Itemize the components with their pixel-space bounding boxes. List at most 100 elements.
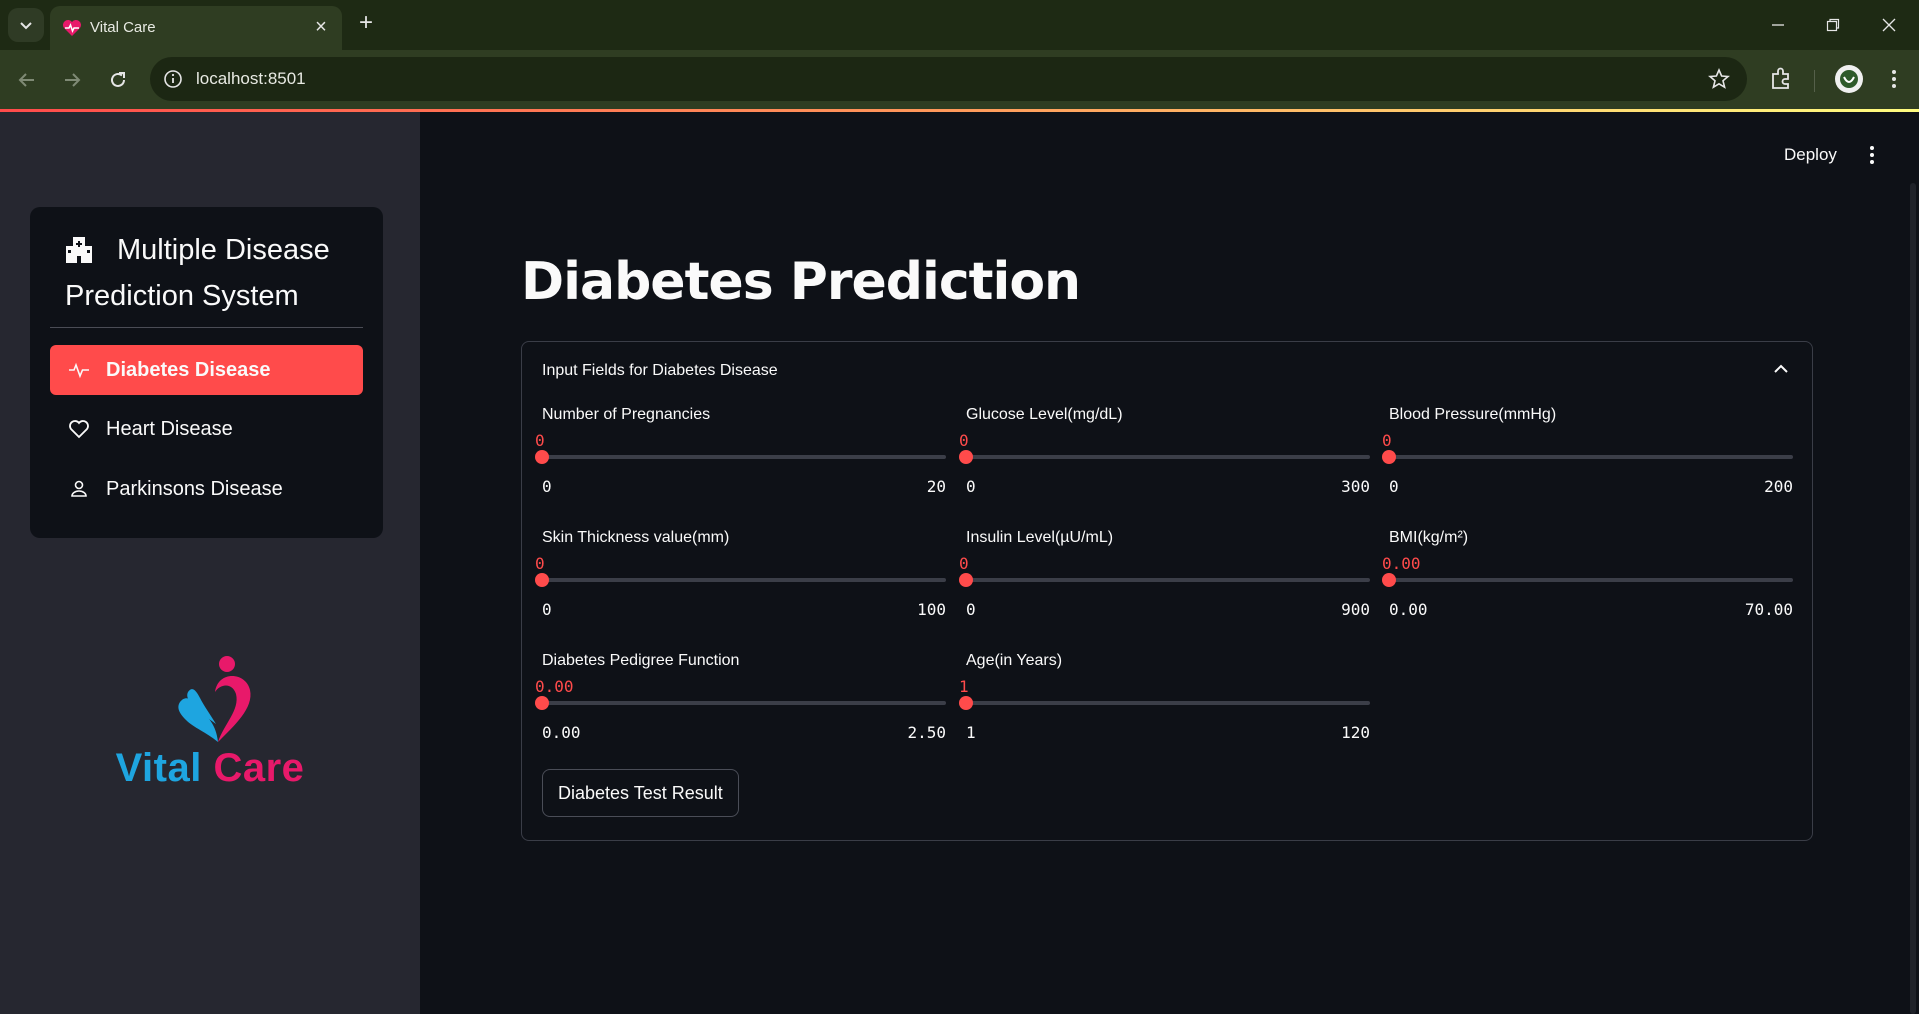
slider-max: 20 [926, 477, 946, 496]
slider-bmi[interactable]: BMI(kg/m²) 0.00 0.00 70.00 [1382, 529, 1793, 639]
slider-min: 0 [542, 600, 552, 619]
menu-item-label: Parkinsons Disease [106, 477, 283, 500]
slider-glucose[interactable]: Glucose Level(mg/dL) 0 0 300 [959, 406, 1370, 516]
slider-value: 0.00 [1382, 554, 1421, 573]
slider-blood-pressure[interactable]: Blood Pressure(mmHg) 0 0 200 [1382, 406, 1793, 516]
deploy-button[interactable]: Deploy [1770, 133, 1851, 177]
tab-title: Vital Care [90, 19, 156, 36]
slider-thumb[interactable] [535, 450, 549, 464]
slider-max: 900 [1341, 600, 1370, 619]
slider-min: 0 [1389, 477, 1399, 496]
slider-max: 70.00 [1744, 600, 1793, 619]
main-menu-icon[interactable] [1862, 143, 1882, 167]
slider-track[interactable] [1389, 578, 1793, 582]
slider-track[interactable] [542, 578, 946, 582]
slider-track[interactable] [966, 701, 1370, 705]
slider-label: Diabetes Pedigree Function [542, 652, 740, 669]
site-info-icon[interactable] [162, 68, 184, 90]
close-window-icon[interactable] [1876, 12, 1902, 38]
page-title: Diabetes Prediction [521, 252, 1081, 312]
slider-min: 0 [966, 600, 976, 619]
slider-value: 0 [535, 554, 545, 573]
url-text[interactable]: localhost:8501 [196, 69, 306, 89]
slider-thumb[interactable] [1382, 450, 1396, 464]
browser-tab[interactable]: Vital Care × [50, 6, 342, 50]
tab-search-button[interactable] [8, 8, 44, 42]
toolbar-divider [1814, 70, 1815, 92]
slider-thumb[interactable] [959, 696, 973, 710]
slider-value: 0 [959, 431, 969, 450]
slider-min: 0.00 [1389, 600, 1428, 619]
chevron-down-icon [20, 22, 32, 30]
menu-item-label: Diabetes Disease [106, 358, 271, 381]
sidebar: Multiple Disease Prediction System Diabe… [0, 112, 420, 1014]
slider-thumb[interactable] [535, 573, 549, 587]
slider-max: 120 [1341, 723, 1370, 742]
extensions-icon[interactable] [1766, 64, 1796, 94]
expander-header[interactable]: Input Fields for Diabetes Disease [542, 362, 778, 380]
browser-menu-icon[interactable] [1882, 65, 1906, 93]
diabetes-test-result-button[interactable]: Diabetes Test Result [542, 769, 739, 817]
bookmark-star-icon[interactable] [1707, 67, 1731, 91]
slider-value: 0 [1382, 431, 1392, 450]
new-tab-button[interactable]: + [354, 11, 378, 36]
browser-tab-bar: Vital Care × + [0, 0, 1919, 50]
slider-label: Insulin Level(µU/mL) [966, 529, 1114, 546]
menu-item-parkinsons[interactable]: Parkinsons Disease [50, 464, 363, 514]
slider-label: Skin Thickness value(mm) [542, 529, 730, 546]
slider-max: 100 [917, 600, 946, 619]
slider-value: 0 [535, 431, 545, 450]
activity-icon [68, 359, 90, 381]
slider-thumb[interactable] [1382, 573, 1396, 587]
input-expander: Input Fields for Diabetes Disease Number… [521, 341, 1813, 841]
menu-divider [50, 327, 363, 328]
slider-pedigree[interactable]: Diabetes Pedigree Function 0.00 0.00 2.5… [535, 652, 946, 762]
slider-value: 0 [959, 554, 969, 573]
slider-min: 0 [542, 477, 552, 496]
logo-mark-icon [178, 656, 251, 742]
slider-min: 0 [966, 477, 976, 496]
restore-icon[interactable] [1820, 12, 1846, 38]
slider-insulin[interactable]: Insulin Level(µU/mL) 0 0 900 [959, 529, 1370, 639]
minimize-icon[interactable] [1765, 12, 1791, 38]
slider-track[interactable] [1389, 455, 1793, 459]
chevron-up-icon[interactable] [1770, 358, 1792, 380]
address-toolbar: localhost:8501 [0, 50, 1919, 110]
slider-track[interactable] [542, 455, 946, 459]
slider-label: BMI(kg/m²) [1389, 529, 1469, 546]
back-icon[interactable] [13, 66, 41, 94]
slider-label: Age(in Years) [966, 652, 1063, 669]
slider-label: Blood Pressure(mmHg) [1389, 406, 1557, 423]
menu-title: Multiple Disease Prediction System [65, 234, 330, 312]
slider-label: Number of Pregnancies [542, 406, 711, 423]
heart-pulse-icon [63, 20, 81, 36]
heart-icon [68, 418, 90, 440]
option-menu: Multiple Disease Prediction System Diabe… [30, 207, 383, 538]
scrollbar[interactable] [1910, 183, 1916, 1014]
person-icon [68, 478, 90, 500]
close-tab-icon[interactable]: × [310, 16, 332, 38]
slider-pregnancies[interactable]: Number of Pregnancies 0 0 20 [535, 406, 946, 516]
vital-care-logo: Vital Care [100, 652, 320, 812]
forward-icon[interactable] [58, 66, 86, 94]
profile-avatar[interactable] [1835, 65, 1863, 93]
slider-track[interactable] [542, 701, 946, 705]
slider-max: 2.50 [907, 723, 946, 742]
menu-item-diabetes[interactable]: Diabetes Disease [50, 345, 363, 395]
slider-min: 1 [966, 723, 976, 742]
address-bar[interactable]: localhost:8501 [150, 57, 1747, 101]
slider-age[interactable]: Age(in Years) 1 1 120 [959, 652, 1370, 762]
slider-track[interactable] [966, 455, 1370, 459]
reload-icon[interactable] [104, 66, 132, 94]
menu-item-label: Heart Disease [106, 417, 233, 440]
slider-min: 0.00 [542, 723, 581, 742]
logo-text: Vital Care [115, 746, 305, 790]
slider-thumb[interactable] [959, 450, 973, 464]
slider-max: 200 [1764, 477, 1793, 496]
slider-value: 1 [959, 677, 969, 696]
slider-thumb[interactable] [959, 573, 973, 587]
slider-skin-thickness[interactable]: Skin Thickness value(mm) 0 0 100 [535, 529, 946, 639]
menu-item-heart[interactable]: Heart Disease [50, 404, 363, 454]
slider-thumb[interactable] [535, 696, 549, 710]
slider-track[interactable] [966, 578, 1370, 582]
